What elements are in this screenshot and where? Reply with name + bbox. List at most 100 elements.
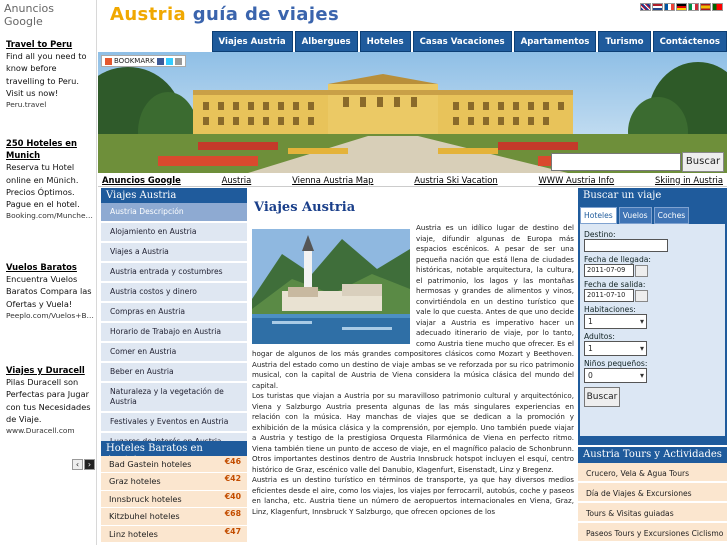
nav-apartamentos[interactable]: Apartamentos xyxy=(513,31,597,52)
flag-uk-icon[interactable] xyxy=(640,3,651,11)
chevron-right-icon[interactable]: › xyxy=(84,459,95,470)
nav-contactenos[interactable]: Contáctenos xyxy=(652,31,727,52)
ad-body: Pilas Duracell son Perfectas para Jugar … xyxy=(6,377,91,424)
booking-search-button[interactable]: Buscar xyxy=(584,387,620,407)
ad-body: Encuentra Vuelos Baratos Compara las Ofe… xyxy=(6,274,92,309)
logo-austria: Austria xyxy=(110,4,187,25)
nav-casas-vacaciones[interactable]: Casas Vacaciones xyxy=(412,31,512,52)
ad-url[interactable]: Peeplo.com/Vuelos+B… xyxy=(6,310,94,322)
ninos-select[interactable]: 0 xyxy=(584,368,647,383)
ad-item[interactable]: Vuelos Baratos Encuentra Vuelos Baratos … xyxy=(6,261,94,322)
ads-sidebar: Anuncios Google Travel to Peru Find all … xyxy=(0,0,97,545)
ad-item[interactable]: Travel to Peru Find all you need to know… xyxy=(6,38,94,111)
ad-item[interactable]: 250 Hoteles en Munich Reserva tu Hotel o… xyxy=(6,137,94,222)
tours-title: Austria Tours y Actividades xyxy=(578,447,727,463)
salida-field: 2011-07-10 xyxy=(584,289,721,302)
ads-google-label: Anuncios Google xyxy=(4,2,55,28)
ad-url[interactable]: www.Duracell.com xyxy=(6,425,94,437)
ad-title[interactable]: Viajes y Duracell xyxy=(6,364,94,376)
facebook-icon[interactable] xyxy=(156,57,164,65)
link-ski-vacation[interactable]: Austria Ski Vacation xyxy=(414,175,497,185)
menu-item-descripcion[interactable]: Austria Descripción xyxy=(101,203,247,223)
booking-form: Destino: Fecha de llegada: 2011-07-09 Fe… xyxy=(580,224,725,436)
flag-france-icon[interactable] xyxy=(664,3,675,11)
site-logo[interactable]: Austria guía de viajes xyxy=(110,4,339,25)
flag-germany-icon[interactable] xyxy=(676,3,687,11)
destino-input[interactable] xyxy=(584,239,668,252)
site-search-input[interactable] xyxy=(551,153,681,171)
ad-url[interactable]: Booking.com/Munche… xyxy=(6,210,94,222)
menu-item-viajes[interactable]: Viajes a Austria xyxy=(101,243,247,263)
language-flags xyxy=(640,3,723,11)
hotel-price: €42 xyxy=(224,474,241,484)
flag-spain-icon[interactable] xyxy=(700,3,711,11)
llegada-input[interactable]: 2011-07-09 xyxy=(584,264,634,277)
flag-italy-icon[interactable] xyxy=(688,3,699,11)
salida-label: Fecha de salida: xyxy=(584,280,646,289)
ad-title[interactable]: Travel to Peru xyxy=(6,38,94,50)
hero-banner: BOOKMARK Buscar xyxy=(98,52,727,173)
adultos-select[interactable]: 1 xyxy=(584,341,647,356)
menu-item-naturaleza[interactable]: Naturaleza y la vegetación de Austria xyxy=(101,383,247,413)
ad-body: Reserva tu Hotel online en Münich. Preci… xyxy=(6,162,80,210)
nav-viajes-austria[interactable]: Viajes Austria xyxy=(211,31,293,52)
tab-vuelos[interactable]: Vuelos xyxy=(618,207,652,224)
destino-label: Destino: xyxy=(584,230,616,239)
hotel-name[interactable]: Innsbruck hoteles xyxy=(109,494,182,504)
menu-item-comer[interactable]: Comer en Austria xyxy=(101,343,247,363)
site-search-button[interactable]: Buscar xyxy=(682,152,724,172)
booking-widget: Buscar un viaje Hoteles Vuelos Coches De… xyxy=(578,188,727,445)
email-icon[interactable] xyxy=(174,57,182,65)
menu-item-compras[interactable]: Compras en Austria xyxy=(101,303,247,323)
link-anuncios-google[interactable]: Anuncios Google xyxy=(102,175,181,185)
hotel-name[interactable]: Graz hoteles xyxy=(109,476,161,486)
link-vienna-map[interactable]: Vienna Austria Map xyxy=(292,175,373,185)
tour-item[interactable]: Día de Viajes & Excursiones xyxy=(578,483,727,503)
chevron-left-icon[interactable]: ‹ xyxy=(72,459,83,470)
tour-item[interactable]: Crucero, Vela & Agua Tours xyxy=(578,463,727,483)
hotel-price: €40 xyxy=(224,491,241,501)
flag-portugal-icon[interactable] xyxy=(712,3,723,11)
tab-hoteles[interactable]: Hoteles xyxy=(580,207,617,224)
menu-item-festivales[interactable]: Festivales y Eventos en Austria xyxy=(101,413,247,433)
link-skiing-austria[interactable]: Skiing in Austria xyxy=(655,175,723,185)
link-austria-info[interactable]: WWW Austria Info xyxy=(539,175,615,185)
nav-turismo[interactable]: Turismo xyxy=(598,31,651,52)
link-austria[interactable]: Austria xyxy=(222,175,252,185)
lake-village-photo xyxy=(252,229,410,344)
ad-link-bar: Anuncios Google Austria Vienna Austria M… xyxy=(98,173,727,187)
salida-input[interactable]: 2011-07-10 xyxy=(584,289,634,302)
hotel-name[interactable]: Bad Gastein hoteles xyxy=(109,459,191,469)
travel-menu: Viajes Austria Austria Descripción Aloja… xyxy=(101,188,247,453)
flag-netherlands-icon[interactable] xyxy=(652,3,663,11)
page-title: Viajes Austria xyxy=(254,200,356,215)
menu-item-beber[interactable]: Beber en Austria xyxy=(101,363,247,383)
adultos-label: Adultos: xyxy=(584,332,615,341)
hotel-name[interactable]: Linz hoteles xyxy=(109,529,158,539)
menu-item-horario[interactable]: Horario de Trabajo en Austria xyxy=(101,323,247,343)
ad-title[interactable]: Vuelos Baratos xyxy=(6,261,94,273)
ad-title[interactable]: 250 Hoteles en Munich xyxy=(6,137,94,161)
twitter-icon[interactable] xyxy=(165,57,173,65)
habitaciones-select[interactable]: 1 xyxy=(584,314,647,329)
calendar-icon[interactable] xyxy=(635,264,648,277)
hotel-price: €46 xyxy=(224,457,241,466)
menu-title: Viajes Austria xyxy=(101,188,247,203)
llegada-label: Fecha de llegada: xyxy=(584,255,651,264)
tab-coches[interactable]: Coches xyxy=(653,207,690,224)
calendar-icon[interactable] xyxy=(635,289,648,302)
menu-item-entrada[interactable]: Austria entrada y costumbres xyxy=(101,263,247,283)
ninos-label: Niños pequeños: xyxy=(584,359,648,368)
tour-item[interactable]: Paseos Tours y Excursiones Ciclismo xyxy=(578,523,727,543)
menu-item-alojamiento[interactable]: Alojamiento en Austria xyxy=(101,223,247,243)
ad-item[interactable]: Viajes y Duracell Pilas Duracell son Per… xyxy=(6,364,94,437)
nav-hoteles[interactable]: Hoteles xyxy=(359,31,411,52)
nav-albergues[interactable]: Albergues xyxy=(294,31,358,52)
hotel-row[interactable]: Linz hoteles €47 xyxy=(101,525,247,543)
tour-item[interactable]: Tours & Visitas guiadas xyxy=(578,503,727,523)
hotel-name[interactable]: Kitzbuhel hoteles xyxy=(109,511,180,521)
article-paragraph: Austria es un destino turístico en térmi… xyxy=(252,475,574,516)
menu-item-costos[interactable]: Austria costos y dinero xyxy=(101,283,247,303)
bookmark-share-bar[interactable]: BOOKMARK xyxy=(101,55,186,67)
ad-url[interactable]: Peru.travel xyxy=(6,99,94,111)
